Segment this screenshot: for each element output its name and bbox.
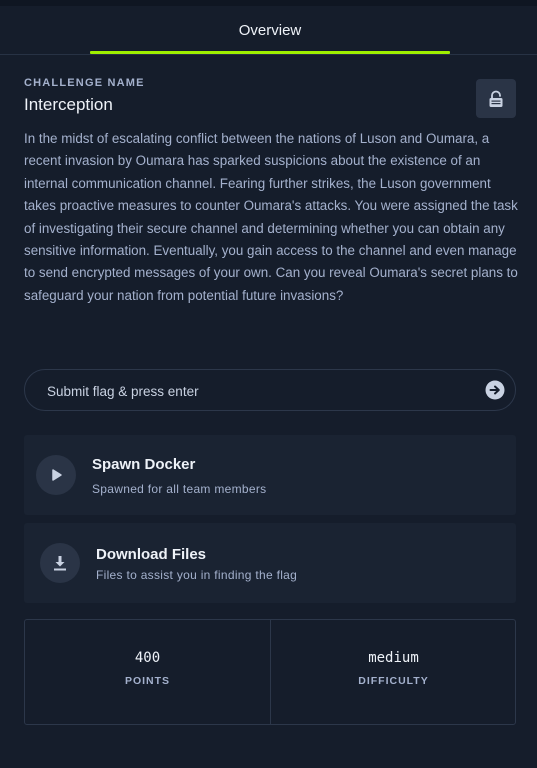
download-files-title: Download Files bbox=[96, 546, 207, 563]
play-button[interactable] bbox=[36, 455, 76, 495]
flag-input-container bbox=[24, 369, 516, 412]
difficulty-stat: medium DIFFICULTY bbox=[271, 620, 516, 724]
lock-icon bbox=[489, 90, 503, 107]
lock-button[interactable] bbox=[476, 79, 516, 118]
download-button[interactable] bbox=[40, 543, 80, 583]
points-label: POINTS bbox=[124, 675, 171, 687]
challenge-stats: 400 POINTS medium DIFFICULTY bbox=[24, 619, 516, 725]
points-value: 400 bbox=[134, 650, 161, 666]
arrow-right-circle-icon[interactable] bbox=[485, 380, 505, 400]
spawn-docker-subtitle: Spawned for all team members bbox=[92, 482, 267, 496]
download-icon bbox=[54, 556, 66, 571]
spawn-docker-title: Spawn Docker bbox=[92, 456, 196, 473]
tab-overview[interactable]: Overview bbox=[90, 6, 450, 52]
difficulty-value: medium bbox=[368, 650, 419, 666]
challenge-description: In the midst of escalating conflict betw… bbox=[24, 131, 518, 303]
challenge-title: Interception bbox=[24, 95, 113, 114]
challenge-name-label: CHALLENGE NAME bbox=[24, 77, 145, 89]
play-icon bbox=[52, 469, 62, 481]
download-files-subtitle: Files to assist you in finding the flag bbox=[96, 568, 298, 582]
download-files-card[interactable]: Download Files Files to assist you in fi… bbox=[24, 523, 516, 603]
spawn-docker-card[interactable]: Spawn Docker Spawned for all team member… bbox=[24, 435, 516, 515]
flag-input[interactable] bbox=[45, 370, 469, 412]
active-tab-indicator bbox=[90, 51, 450, 54]
tab-bar: Overview bbox=[0, 6, 537, 55]
difficulty-label: DIFFICULTY bbox=[358, 675, 429, 687]
points-stat: 400 POINTS bbox=[25, 620, 270, 724]
